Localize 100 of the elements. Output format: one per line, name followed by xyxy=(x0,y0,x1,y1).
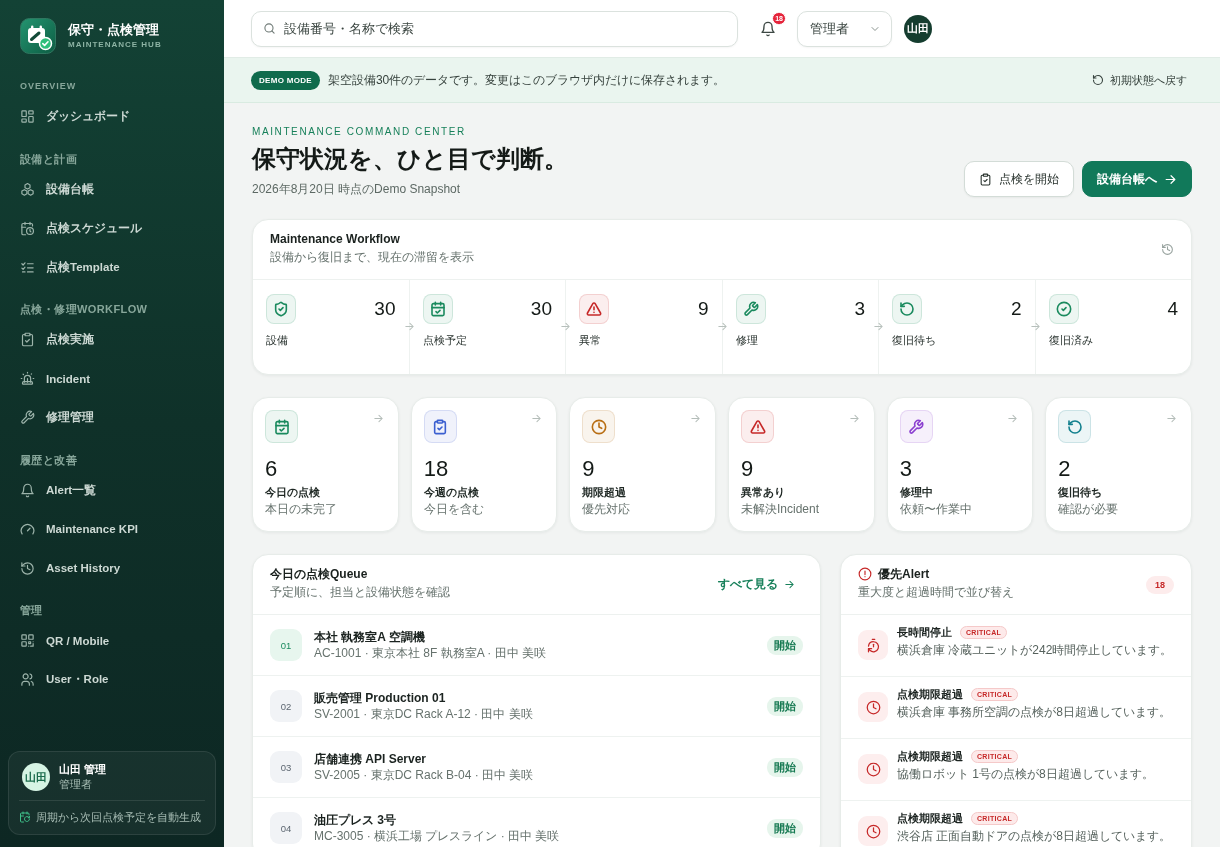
stage-label: 復旧待ち xyxy=(892,333,937,348)
user-name: 山田 管理 xyxy=(59,762,107,777)
history-icon[interactable] xyxy=(1161,243,1174,256)
start-button[interactable]: 開始 xyxy=(767,635,803,655)
demo-mode-badge: DEMO MODE xyxy=(251,70,320,90)
kpi-note: 優先対応 xyxy=(582,501,632,517)
logo-icon xyxy=(20,18,56,54)
kpi-card[interactable]: 18 今週の点検 今日を含む xyxy=(410,397,558,532)
arrow-right-icon xyxy=(1029,321,1041,332)
nav-item[interactable]: 設備台帳 xyxy=(10,169,214,209)
nav-section-label: 管理 xyxy=(20,603,43,618)
stopwatch-icon xyxy=(858,630,888,660)
clipboard-check-icon xyxy=(20,332,35,347)
kpi-label: 今日の点検 xyxy=(265,485,321,500)
kpi-note: 未解決Incident xyxy=(741,501,821,517)
clipboard-check-icon xyxy=(979,172,992,186)
kpi-note: 今日を含む xyxy=(423,501,485,517)
nav-item[interactable]: Incident xyxy=(10,359,214,398)
nav-item[interactable]: 点検スケジュール xyxy=(10,208,214,248)
queue-number: 01 xyxy=(270,629,302,661)
card-subtitle: 予定順に、担当と設備状態を確認 xyxy=(270,584,450,600)
nav-item[interactable]: ダッシュボード xyxy=(10,97,214,136)
stage-label: 設備 xyxy=(266,333,289,348)
nav-item[interactable]: QR / Mobile xyxy=(10,621,214,660)
nav-item[interactable]: Alert一覧 xyxy=(10,470,214,510)
kpi-note: 依頼〜作業中 xyxy=(899,501,973,517)
cubes-icon xyxy=(20,181,35,197)
alert-message: 横浜倉庫 冷蔵ユニットが242時間停止しています。 xyxy=(897,643,1173,658)
stage-count: 9 xyxy=(697,297,709,321)
kpi-label: 期限超過 xyxy=(582,485,628,500)
search-field[interactable]: 設備番号・名称で検索 xyxy=(251,10,738,47)
card-subtitle: 設備から復旧まで、現在の滞留を表示 xyxy=(270,249,474,265)
nav-section-label: 設備と計画 xyxy=(20,151,77,167)
arrow-right-icon xyxy=(848,413,860,424)
nav-item[interactable]: 点検実施 xyxy=(10,320,214,359)
asset-details: AC-1001 · 東京本社 8F 執務室A · 田中 美咲 xyxy=(314,646,548,661)
stage-count: 3 xyxy=(854,297,865,321)
grid-icon xyxy=(20,109,35,124)
stage-label: 復旧済み xyxy=(1048,333,1094,348)
nav-item[interactable]: Asset History xyxy=(10,548,214,588)
gauge-icon xyxy=(20,521,35,537)
alert-title: 点検期限超過 xyxy=(897,811,963,826)
kpi-value: 9 xyxy=(582,455,596,483)
start-button[interactable]: 開始 xyxy=(767,696,803,716)
stage-count: 2 xyxy=(1010,297,1022,321)
kpi-label: 今週の点検 xyxy=(423,485,480,500)
user-avatar[interactable]: 山田 xyxy=(904,14,932,43)
user-avatar: 山田 xyxy=(22,763,50,791)
alert-title: 点検期限超過 xyxy=(897,749,963,764)
nav-section-label: OVERVIEW xyxy=(20,80,77,93)
auto-schedule-note: 周期から次回点検予定を自動生成 xyxy=(36,810,201,824)
clock-icon xyxy=(858,816,888,846)
siren-icon xyxy=(20,371,35,386)
secondary-button[interactable]: 点検を開始 xyxy=(964,161,1074,197)
nav-item[interactable]: 修理管理 xyxy=(10,398,214,437)
arrow-right-icon xyxy=(690,413,701,424)
nav-item[interactable]: Maintenance KPI xyxy=(10,509,214,549)
app-title: 保守・点検管理 xyxy=(68,21,160,38)
card-subtitle: 重大度と超過時間で並び替え xyxy=(858,584,1014,600)
kpi-value: 18 xyxy=(423,455,450,483)
start-button[interactable]: 開始 xyxy=(767,757,803,777)
checklist-icon xyxy=(20,259,35,275)
stage-count: 30 xyxy=(374,297,396,321)
reset-button[interactable]: 初期状態へ戻す xyxy=(1092,72,1187,88)
search-icon xyxy=(263,22,276,35)
kpi-card[interactable]: 3 修理中 依頼〜作業中 xyxy=(886,397,1034,532)
arrow-right-icon xyxy=(1166,413,1177,424)
kpi-note: 本日の未完了 xyxy=(265,501,338,517)
clock-icon xyxy=(858,754,888,784)
arrow-right-icon xyxy=(873,321,884,332)
users-icon xyxy=(20,672,35,687)
queue-number: 03 xyxy=(270,751,302,783)
queue-number: 04 xyxy=(270,812,302,844)
bell-icon[interactable] xyxy=(760,20,776,37)
nav-item[interactable]: User・Role xyxy=(10,660,214,699)
role-select[interactable]: 管理者 xyxy=(797,10,892,47)
alert-message: 協働ロボット 1号の点検が8日超過しています。 xyxy=(897,767,1154,782)
kpi-value: 3 xyxy=(899,455,913,483)
arrow-right-icon xyxy=(784,579,795,590)
nav-item[interactable]: 点検Template xyxy=(10,247,214,287)
arrow-right-icon xyxy=(403,321,415,332)
stage-label: 修理 xyxy=(735,333,759,348)
bell-icon xyxy=(20,482,35,498)
primary-button[interactable]: 設備台帳へ xyxy=(1082,161,1192,197)
wrench-icon xyxy=(20,410,35,425)
view-all-link[interactable]: すべて見る xyxy=(718,576,795,593)
arrow-right-icon xyxy=(716,321,728,332)
rotate-arrow-icon xyxy=(1092,74,1104,86)
asset-details: MC-3005 · 横浜工場 プレスライン · 田中 美咲 xyxy=(314,829,561,844)
start-button[interactable]: 開始 xyxy=(767,818,803,838)
qr-code-icon xyxy=(20,633,35,648)
kpi-card[interactable]: 2 復旧待ち 確認が必要 xyxy=(1045,397,1192,532)
kpi-card[interactable]: 9 期限超過 優先対応 xyxy=(569,397,716,532)
calendar-refresh-icon xyxy=(19,811,31,823)
asset-name: 店舗連携 API Server xyxy=(314,751,428,767)
history-icon xyxy=(20,560,35,576)
card-title: 優先Alert xyxy=(878,566,930,582)
kpi-card[interactable]: 9 異常あり 未解決Incident xyxy=(728,397,875,532)
kpi-card[interactable]: 6 今日の点検 本日の未完了 xyxy=(252,397,399,532)
clock-icon xyxy=(858,692,888,722)
